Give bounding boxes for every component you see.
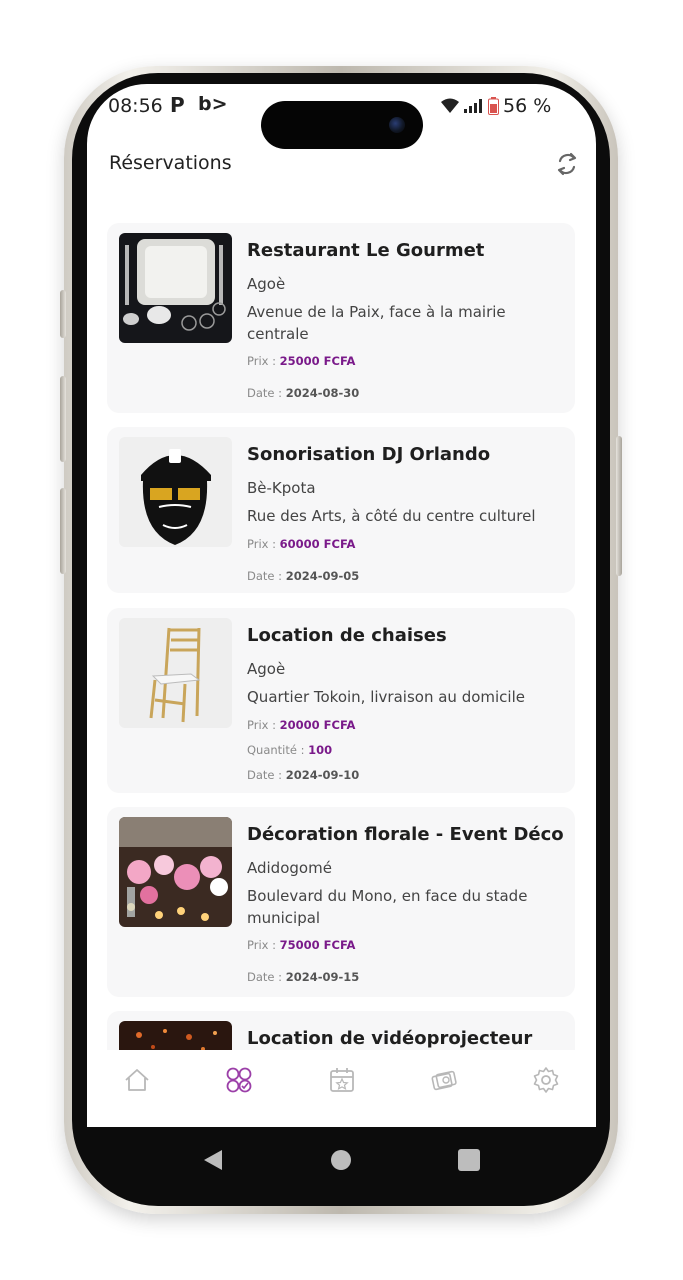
price-label: Prix : (247, 938, 280, 952)
battery-percent: 56 % (503, 95, 552, 117)
date-label: Date : (247, 386, 286, 400)
card-date: Date : 2024-09-15 (247, 970, 359, 984)
price-label: Prix : (247, 354, 280, 368)
date-value: 2024-09-10 (285, 768, 360, 782)
price-label: Prix : (247, 537, 280, 551)
date-label: Date : (247, 569, 286, 583)
date-value: 2024-09-15 (285, 970, 360, 984)
card-city: Agoè (247, 275, 286, 293)
price-value: 60000 FCFA (279, 537, 356, 551)
parking-app-icon: P (170, 93, 185, 117)
reservations-icon[interactable] (225, 1066, 253, 1094)
reservation-card[interactable]: Location de chaises Agoè Quartier Tokoin… (107, 608, 575, 793)
bing-app-icon: b> (198, 93, 228, 115)
card-title: Restaurant Le Gourmet (247, 240, 485, 261)
price-value: 75000 FCFA (279, 938, 356, 952)
card-city: Agoè (247, 660, 286, 678)
card-price: Prix : 25000 FCFA (247, 354, 355, 368)
reservation-card[interactable]: Décoration florale - Event Déco Adidogom… (107, 807, 575, 997)
reservation-card[interactable]: Restaurant Le Gourmet Agoè Avenue de la … (107, 223, 575, 413)
payments-icon[interactable] (430, 1066, 458, 1094)
page-title: Réservations (109, 152, 232, 174)
system-back-button[interactable] (202, 1148, 224, 1172)
mute-switch (60, 290, 66, 338)
status-time: 08:56 (108, 95, 163, 117)
card-title: Sonorisation DJ Orlando (247, 444, 491, 465)
volume-down-button (60, 488, 66, 574)
battery-icon (488, 97, 499, 115)
card-address: Quartier Tokoin, livraison au domicile (247, 688, 525, 706)
volume-up-button (60, 376, 66, 462)
settings-icon[interactable] (532, 1066, 560, 1094)
dj-portrait-image (119, 437, 232, 547)
refresh-icon[interactable] (553, 150, 581, 178)
card-address: Avenue de la Paix, face à la mairie cent… (247, 303, 506, 343)
card-city: Adidogomé (247, 859, 332, 877)
home-icon[interactable] (123, 1066, 151, 1094)
power-button (616, 436, 622, 576)
reservation-card[interactable]: Location de vidéoprojecteur (107, 1011, 575, 1050)
dynamic-island (261, 101, 423, 149)
quantity-label: Quantité : (247, 743, 309, 757)
price-value: 25000 FCFA (279, 354, 356, 368)
date-label: Date : (247, 970, 286, 984)
date-label: Date : (247, 768, 286, 782)
status-right: 56 % (440, 95, 551, 117)
wifi-icon (441, 98, 459, 113)
tableware-image (119, 233, 232, 343)
card-title: Location de chaises (247, 625, 447, 646)
card-price: Prix : 75000 FCFA (247, 938, 355, 952)
calendar-icon[interactable] (328, 1066, 356, 1094)
quantity-value: 100 (308, 743, 333, 757)
card-date: Date : 2024-09-10 (247, 768, 359, 782)
card-city: Bè-Kpota (247, 479, 316, 497)
price-value: 20000 FCFA (279, 718, 356, 732)
card-price: Prix : 60000 FCFA (247, 537, 355, 551)
system-recents-button[interactable] (458, 1149, 480, 1171)
system-home-button[interactable] (331, 1150, 351, 1170)
chair-image (119, 618, 232, 728)
card-title: Décoration florale - Event Déco (247, 824, 564, 845)
card-date: Date : 2024-08-30 (247, 386, 359, 400)
bottom-nav (87, 1050, 596, 1127)
reservation-list: Restaurant Le Gourmet Agoè Avenue de la … (87, 205, 596, 1050)
card-price: Prix : 20000 FCFA (247, 718, 355, 732)
price-label: Prix : (247, 718, 280, 732)
card-address: Boulevard du Mono, en face du stade muni… (247, 887, 528, 927)
signal-icon (464, 99, 482, 113)
card-quantity: Quantité : 100 (247, 743, 332, 757)
card-address: Rue des Arts, à côté du centre culturel (247, 507, 536, 525)
card-title: Location de vidéoprojecteur (247, 1028, 533, 1049)
reservation-card[interactable]: Sonorisation DJ Orlando Bè-Kpota Rue des… (107, 427, 575, 593)
date-value: 2024-09-05 (285, 569, 360, 583)
date-value: 2024-08-30 (285, 386, 360, 400)
flowers-image (119, 817, 232, 927)
card-date: Date : 2024-09-05 (247, 569, 359, 583)
projector-image (119, 1021, 232, 1050)
camera-icon (389, 117, 405, 133)
